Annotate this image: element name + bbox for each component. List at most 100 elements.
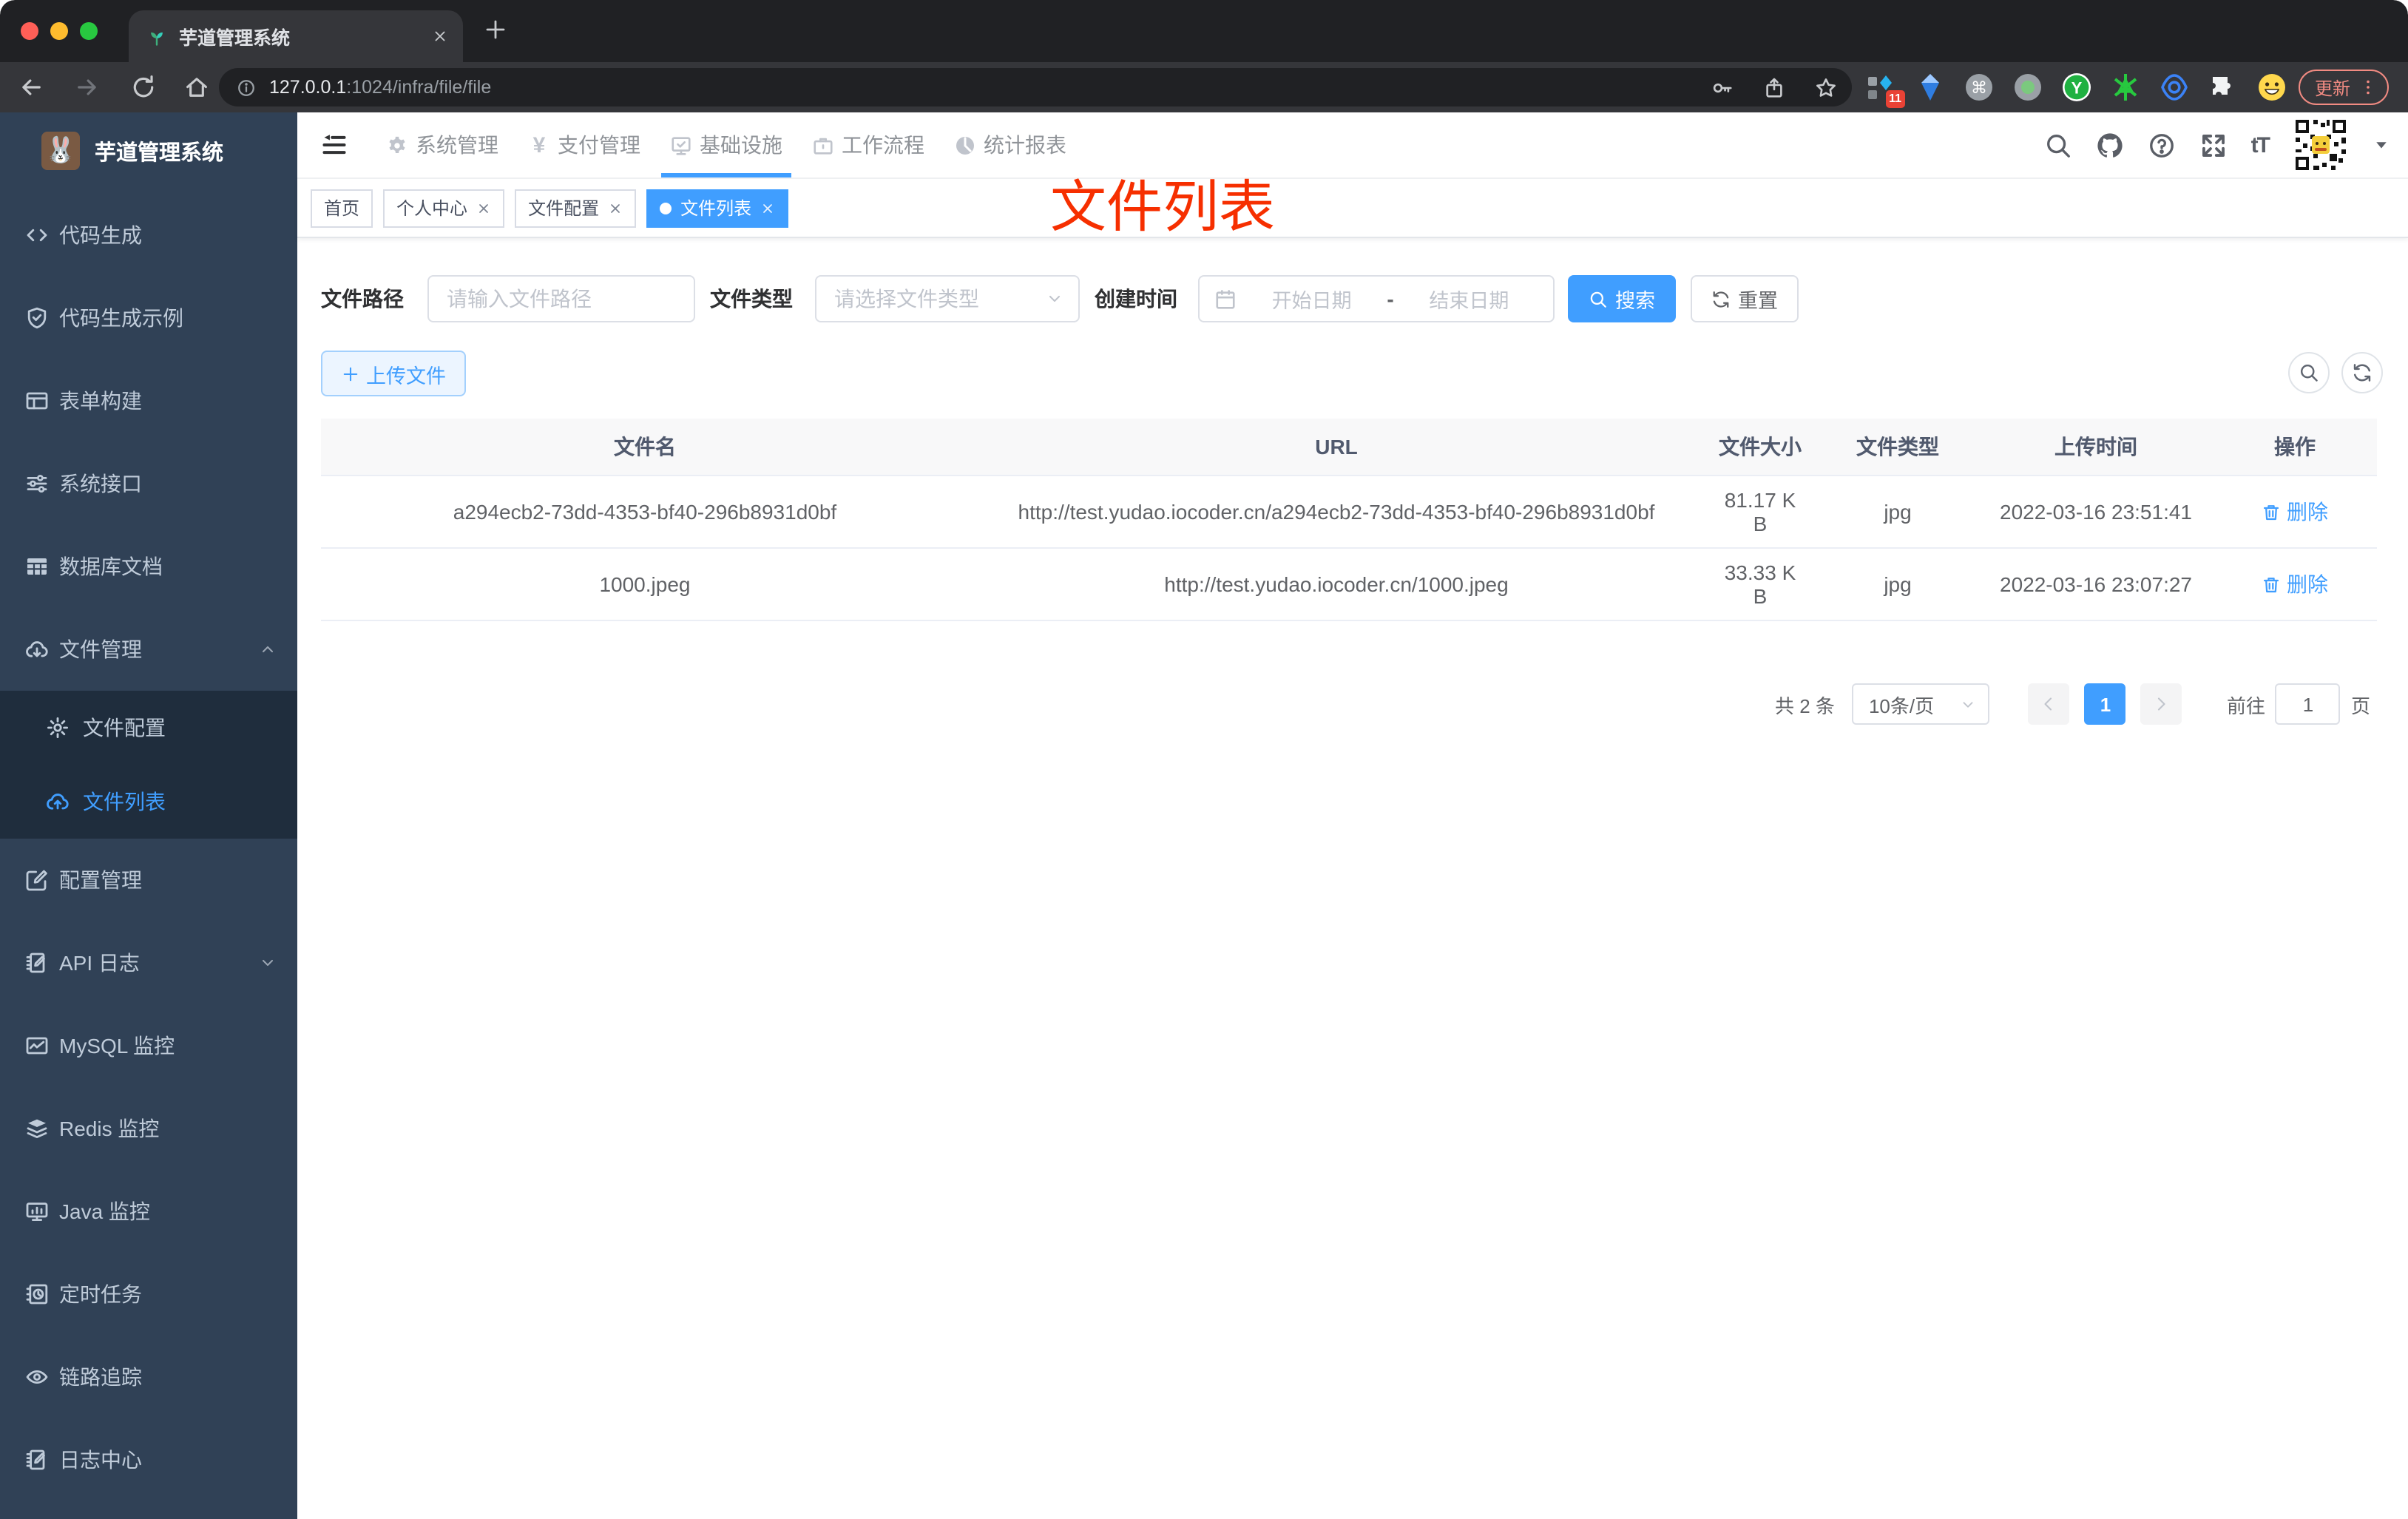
delete-button[interactable]: 删除 [2262,497,2328,527]
gem-extension-icon[interactable] [1915,72,1945,102]
sidebar-item-Java 监控[interactable]: Java 监控 [0,1170,297,1253]
github-icon[interactable] [2096,131,2124,159]
file-type-placeholder: 请选择文件类型 [834,287,979,311]
reset-button[interactable]: 重置 [1691,275,1799,322]
page-number-button[interactable]: 1 [2084,683,2126,725]
file-path-input[interactable] [427,275,695,322]
maximize-window-button[interactable] [80,22,98,40]
collapse-sidebar-icon[interactable] [321,132,348,158]
prev-page-button[interactable] [2028,683,2070,725]
sidebar-item-label: 配置管理 [59,868,142,892]
plus-icon [341,365,359,382]
date-range-picker[interactable]: 开始日期 - 结束日期 [1198,275,1555,322]
close-window-button[interactable] [21,22,38,40]
sidebar-item-系统接口[interactable]: 系统接口 [0,442,297,525]
top-menu-支付管理[interactable]: ¥ 支付管理 [513,112,655,177]
smiley-extension-icon[interactable] [2257,72,2287,102]
top-nav-menus: 系统管理 ¥ 支付管理 基础设施 工作流程 统计报表 [371,112,1081,177]
file-type-select[interactable]: 请选择文件类型 [815,275,1080,322]
sidebar-item-代码生成示例[interactable]: 代码生成示例 [0,277,297,359]
sidebar-item-定时任务[interactable]: 定时任务 [0,1253,297,1336]
forward-icon[interactable] [74,74,101,101]
fullscreen-icon[interactable] [2199,131,2228,159]
sidebar-squares-extension-icon[interactable]: 11 [1867,72,1905,108]
sidebar-item-配置管理[interactable]: 配置管理 [0,839,297,921]
share-icon[interactable] [1763,76,1785,98]
site-info-icon[interactable] [237,78,256,97]
logo-image: 🐰 [41,132,80,170]
sidebar-logo[interactable]: 🐰 芋道管理系统 [0,112,297,189]
sidebar-item-API 日志[interactable]: API 日志 [0,921,297,1004]
search-icon [2299,362,2319,383]
upload-file-button[interactable]: 上传文件 [321,351,466,396]
password-key-icon[interactable] [1711,76,1734,98]
cell-name: 1000.jpeg [599,572,691,596]
font-size-icon[interactable]: tT [2251,132,2270,158]
edit-square-icon [25,868,49,892]
new-tab-button[interactable] [484,18,507,41]
top-menu-工作流程[interactable]: 工作流程 [797,112,939,177]
sidebar-item-MySQL 监控[interactable]: MySQL 监控 [0,1004,297,1087]
shield-check-icon [25,306,49,330]
next-page-button[interactable] [2140,683,2182,725]
delete-button[interactable]: 删除 [2262,569,2328,599]
tag-个人中心[interactable]: 个人中心 [383,189,505,227]
browser-menu-icon[interactable] [2359,78,2377,96]
star-extension-icon[interactable] [2111,72,2140,102]
puzzle-extension-icon[interactable] [2208,72,2238,102]
column-header-上传时间: 上传时间 [2054,435,2137,459]
cell-name: a294ecb2-73dd-4353-bf40-296b8931d0bf [453,500,837,524]
browser-tab[interactable]: 芋道管理系统 [129,10,463,62]
page-unit-label: 页 [2350,694,2370,717]
sidebar-subitem-label: 文件配置 [83,716,166,740]
sidebar-item-日志中心[interactable]: 日志中心 [0,1418,297,1501]
sidebar-subitem-文件配置[interactable]: 文件配置 [0,691,297,765]
home-icon[interactable] [183,74,210,101]
tag-首页[interactable]: 首页 [311,189,373,227]
top-menu-统计报表[interactable]: 统计报表 [939,112,1081,177]
refresh-table-button[interactable] [2341,352,2383,393]
reload-icon[interactable] [130,74,157,101]
goto-page-input[interactable] [2275,683,2341,725]
search-icon[interactable] [2044,131,2072,159]
cloud-upload-icon [46,790,70,813]
browser-update-button[interactable]: 更新 [2299,70,2390,105]
tab-close-icon[interactable] [432,28,448,44]
top-menu-基础设施[interactable]: 基础设施 [655,112,797,177]
sidebar-item-数据库文档[interactable]: 数据库文档 [0,525,297,608]
back-icon[interactable] [18,74,44,101]
eye-extension-icon[interactable] [2160,72,2189,102]
sidebar-item-Redis 监控[interactable]: Redis 监控 [0,1087,297,1170]
tag-文件列表[interactable]: 文件列表 [646,189,789,227]
dashboard-icon [954,134,976,156]
sidebar-item-代码生成[interactable]: 代码生成 [0,194,297,277]
extension-badge: 11 [1885,90,1905,108]
command-extension-icon[interactable]: ⌘ [1964,72,1994,102]
sidebar-subitem-文件列表[interactable]: 文件列表 [0,765,297,839]
sidebar-menu: 代码生成 代码生成示例 表单构建系统接口数据库文档文件管理文件配置文件列表配置管理 A… [0,194,297,1501]
refresh-icon [1711,289,1731,308]
sidebar-item-label: 链路追踪 [59,1365,142,1389]
tag-文件配置[interactable]: 文件配置 [515,189,637,227]
minimize-window-button[interactable] [50,22,68,40]
bookmark-star-icon[interactable] [1815,76,1837,98]
sidebar-item-文件管理[interactable]: 文件管理 [0,608,297,691]
url-bar[interactable]: 127.0.0.1:1024/infra/file/file [219,68,1852,106]
top-menu-系统管理[interactable]: 系统管理 [371,112,513,177]
page-size-select[interactable]: 10条/页 [1852,683,1990,725]
schedule-icon [25,1282,49,1306]
tag-label: 首页 [324,198,360,219]
y-extension-icon[interactable]: Y [2062,72,2091,102]
sidebar-item-链路追踪[interactable]: 链路追踪 [0,1336,297,1418]
cell-size: 81.17 KB [1724,488,1796,535]
sidebar-item-表单构建[interactable]: 表单构建 [0,359,297,442]
avatar-dropdown-icon[interactable] [2373,136,2390,154]
toggle-search-button[interactable] [2288,352,2330,393]
recorder-extension-icon[interactable] [2013,72,2043,102]
search-button[interactable]: 搜索 [1568,275,1676,322]
help-icon[interactable] [2148,131,2176,159]
sidebar-item-label: 数据库文档 [59,555,163,578]
avatar[interactable] [2293,117,2349,173]
sidebar-item-label: 系统接口 [59,472,142,495]
cell-url: http://test.yudao.iocoder.cn/a294ecb2-73… [1018,499,1655,524]
